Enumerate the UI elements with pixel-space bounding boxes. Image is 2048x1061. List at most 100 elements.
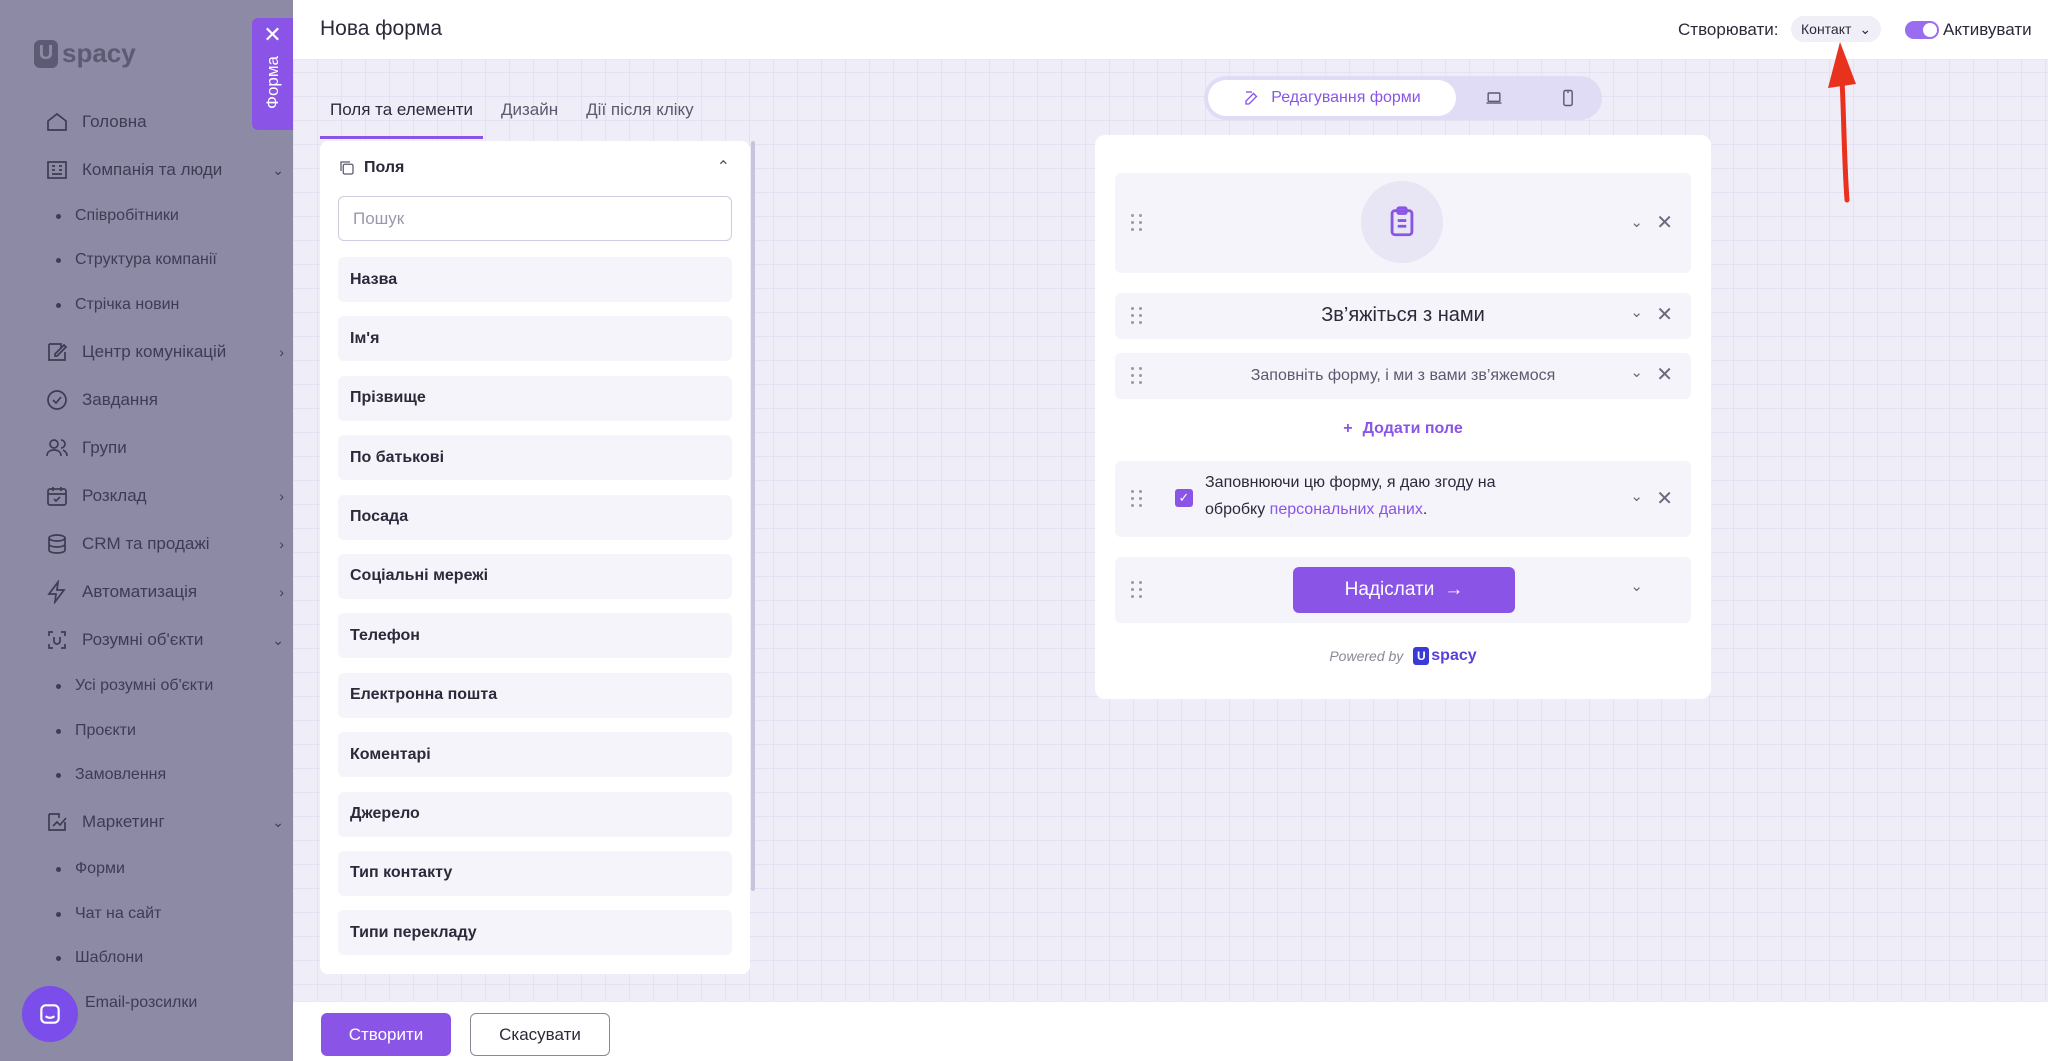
icon-block[interactable]: ⌄ ✕ bbox=[1115, 173, 1691, 273]
sidebar-item-schedule[interactable]: Розклад › bbox=[44, 481, 284, 511]
sidebar-item-home[interactable]: Головна bbox=[44, 107, 284, 137]
sidebar-item-label: Головна bbox=[82, 112, 147, 131]
field-item[interactable]: Назва bbox=[338, 257, 732, 302]
sidebar-subitem[interactable]: Замовлення bbox=[56, 761, 166, 789]
field-item[interactable]: Ім'я bbox=[338, 316, 732, 362]
edit-form-view-button[interactable]: Редагування форми bbox=[1208, 80, 1456, 116]
chevron-down-icon[interactable]: ⌄ bbox=[1630, 363, 1643, 381]
sidebar-item-marketing[interactable]: Маркетинг ⌄ bbox=[44, 807, 284, 837]
view-switch: Редагування форми bbox=[1204, 76, 1602, 120]
chevron-up-icon[interactable]: ⌃ bbox=[717, 157, 730, 177]
close-icon[interactable]: ✕ bbox=[1656, 489, 1673, 509]
sidebar-item-tasks[interactable]: Завдання bbox=[44, 385, 284, 415]
drag-handle-icon[interactable] bbox=[1131, 214, 1143, 232]
clipboard-icon bbox=[1390, 206, 1414, 237]
sidebar-subitem[interactable]: Співробітники bbox=[56, 202, 179, 230]
consent-checkbox[interactable]: ✓ bbox=[1175, 489, 1193, 507]
consent-block[interactable]: ✓ Заповнюючи цю форму, я даю згоду на об… bbox=[1115, 461, 1691, 537]
field-item[interactable]: Електронна пошта bbox=[338, 672, 732, 718]
logo-initial: U bbox=[34, 39, 58, 68]
laptop-icon bbox=[1486, 92, 1502, 104]
field-item[interactable]: Посада bbox=[338, 494, 732, 540]
drag-handle-icon[interactable] bbox=[1131, 490, 1143, 508]
edit-icon bbox=[1245, 91, 1258, 105]
sidebar-item-label: Центр комунікацій bbox=[82, 342, 227, 361]
sidebar-item-label: Маркетинг bbox=[82, 812, 165, 831]
add-field-button[interactable]: + Додати поле bbox=[1095, 420, 1711, 438]
field-item[interactable]: Джерело bbox=[338, 791, 732, 837]
subtext-block[interactable]: Заповніть форму, і ми з вами зв’яжемося … bbox=[1115, 353, 1691, 399]
fields-header[interactable]: Поля bbox=[338, 159, 404, 177]
tab-after-click[interactable]: Дії після кліку bbox=[576, 100, 704, 139]
sidebar-item-crm[interactable]: CRM та продажі › bbox=[44, 529, 284, 559]
personal-data-link[interactable]: персональних даних bbox=[1270, 501, 1423, 518]
logo-text: spacy bbox=[62, 38, 136, 68]
fields-search-input[interactable] bbox=[338, 196, 732, 241]
close-icon[interactable]: ✕ bbox=[263, 24, 281, 46]
desktop-view-button[interactable] bbox=[1482, 86, 1506, 110]
brand-name: spacy bbox=[1431, 647, 1477, 664]
heading-block[interactable]: Зв’яжіться з нами ⌄ ✕ bbox=[1115, 293, 1691, 339]
chevron-down-icon[interactable]: ⌄ bbox=[1630, 213, 1643, 231]
sidebar-subitem[interactable]: Форми bbox=[56, 855, 125, 883]
close-icon[interactable]: ✕ bbox=[1656, 365, 1673, 385]
chevron-down-icon[interactable]: ⌄ bbox=[1630, 487, 1643, 505]
app-sidebar: U spacy Головна Компанія та люди ⌄ Співр… bbox=[0, 0, 293, 1061]
close-icon[interactable]: ✕ bbox=[1656, 213, 1673, 233]
close-icon[interactable]: ✕ bbox=[1656, 305, 1673, 325]
field-item[interactable]: Коментарі bbox=[338, 732, 732, 778]
sidebar-subitem[interactable]: Чат на сайт bbox=[56, 900, 161, 928]
app-logo[interactable]: U spacy bbox=[34, 38, 136, 69]
marketing-icon bbox=[44, 809, 70, 835]
brand-initial: U bbox=[1413, 647, 1430, 665]
bullet-dot bbox=[56, 257, 61, 263]
chat-support-button[interactable] bbox=[22, 986, 78, 1042]
cancel-button[interactable]: Скасувати bbox=[470, 1013, 610, 1056]
field-item[interactable]: Тип контакту bbox=[338, 850, 732, 896]
form-icon-circle bbox=[1361, 181, 1443, 263]
check-circle-icon bbox=[44, 387, 70, 413]
subitem-label: Проєкти bbox=[75, 722, 136, 739]
mobile-icon bbox=[1563, 89, 1573, 107]
mobile-view-button[interactable] bbox=[1556, 86, 1580, 110]
create-label: Створювати: bbox=[1678, 20, 1779, 39]
chevron-right-icon: › bbox=[279, 488, 284, 504]
sidebar-item-smart-objects[interactable]: Розумні об'єкти ⌄ bbox=[44, 625, 284, 655]
sidebar-subitem[interactable]: Шаблони bbox=[56, 944, 143, 972]
sidebar-subitem[interactable]: Структура компанії bbox=[56, 246, 217, 274]
copy-icon bbox=[340, 161, 354, 175]
tab-design[interactable]: Дизайн bbox=[491, 100, 568, 139]
activate-toggle[interactable] bbox=[1905, 21, 1939, 39]
chevron-down-icon: ⌄ bbox=[272, 161, 284, 178]
subitem-label: Чат на сайт bbox=[75, 905, 162, 922]
sidebar-subitem[interactable]: Email-розсилки bbox=[66, 989, 197, 1017]
edit-form-view-label: Редагування форми bbox=[1271, 89, 1421, 106]
tab-fields-elements[interactable]: Поля та елементи bbox=[320, 100, 483, 139]
field-item[interactable]: Прізвище bbox=[338, 375, 732, 421]
sidebar-item-groups[interactable]: Групи bbox=[44, 433, 284, 463]
bullet-dot bbox=[56, 728, 61, 734]
chevron-down-icon[interactable]: ⌄ bbox=[1630, 303, 1643, 321]
chevron-down-icon[interactable]: ⌄ bbox=[1630, 577, 1643, 595]
entity-type-value: Контакт bbox=[1801, 21, 1852, 37]
bullet-dot bbox=[56, 683, 61, 689]
submit-block[interactable]: Надіслати → ⌄ bbox=[1115, 557, 1691, 623]
sidebar-subitem[interactable]: Стрічка новин bbox=[56, 291, 179, 319]
field-item[interactable]: Телефон bbox=[338, 613, 732, 659]
create-button[interactable]: Створити bbox=[321, 1013, 451, 1056]
field-item[interactable]: По батькові bbox=[338, 435, 732, 481]
sidebar-item-company[interactable]: Компанія та люди ⌄ bbox=[44, 155, 284, 185]
subitem-label: Шаблони bbox=[75, 949, 144, 966]
smart-object-icon bbox=[44, 627, 70, 653]
drag-handle-icon[interactable] bbox=[1131, 581, 1143, 599]
submit-button[interactable]: Надіслати → bbox=[1293, 567, 1515, 613]
users-icon bbox=[44, 435, 70, 461]
fields-scrollbar[interactable] bbox=[751, 141, 755, 891]
sidebar-subitem[interactable]: Проєкти bbox=[56, 717, 136, 745]
sidebar-item-communications[interactable]: Центр комунікацій › bbox=[44, 337, 284, 367]
sidebar-subitem[interactable]: Усі розумні об'єкти bbox=[56, 672, 213, 700]
field-item[interactable]: Типи перекладу bbox=[338, 910, 732, 956]
subitem-label: Стрічка новин bbox=[75, 296, 180, 313]
field-item[interactable]: Соціальні мережі bbox=[338, 553, 732, 599]
sidebar-item-automation[interactable]: Автоматизація › bbox=[44, 577, 284, 607]
